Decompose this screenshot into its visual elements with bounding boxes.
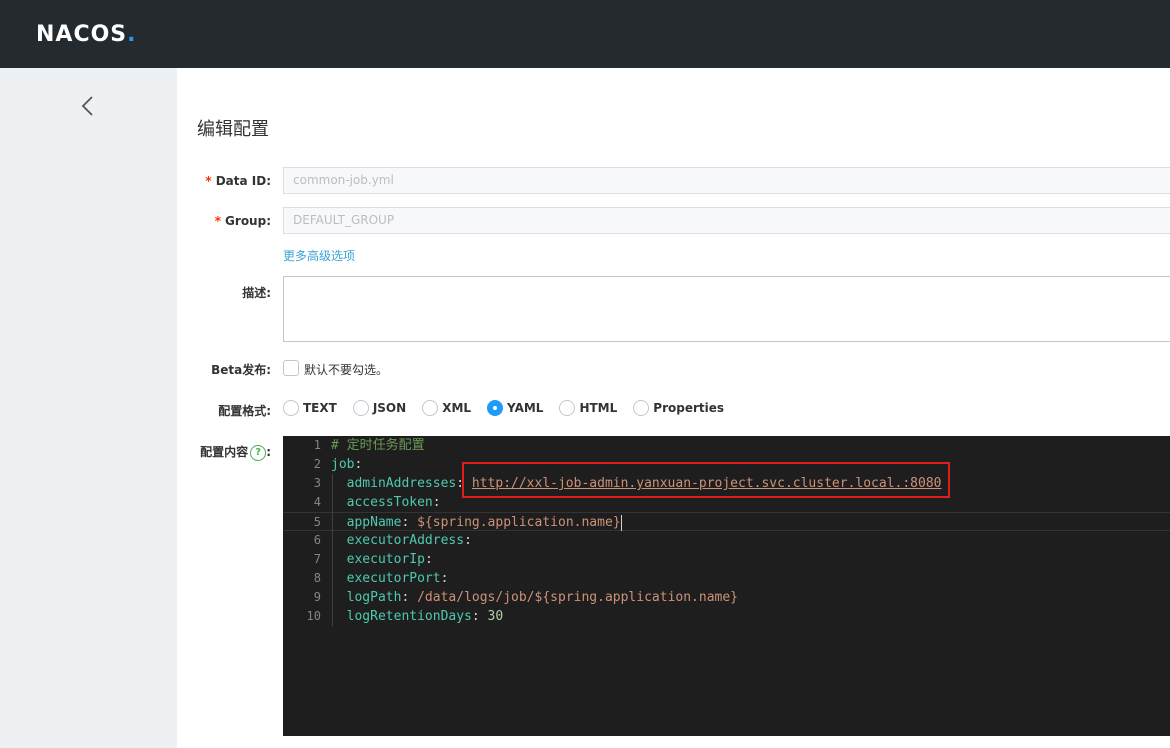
- editor-line: 7 executorIp:: [313, 552, 433, 567]
- radio-json[interactable]: JSON: [352, 400, 406, 416]
- radio-circle: [283, 400, 299, 416]
- sidebar: [0, 68, 177, 748]
- logo-text: NACOS: [36, 22, 128, 47]
- content-label: 配置内容?:: [200, 444, 271, 461]
- editor-line: 9 logPath: /data/logs/job/${spring.appli…: [313, 590, 739, 605]
- text-caret: [620, 514, 622, 531]
- description-label: 描述:: [242, 286, 271, 300]
- editor-line: 8 executorPort:: [313, 571, 449, 586]
- logo-dot: .: [127, 22, 137, 47]
- help-icon[interactable]: ?: [250, 444, 267, 461]
- top-navbar: NACOS.: [0, 0, 1170, 68]
- description-textarea[interactable]: [283, 276, 1170, 342]
- data-id-input[interactable]: common-job.yml: [283, 167, 1170, 194]
- radio-circle: [559, 400, 576, 416]
- radio-circle: [422, 400, 439, 416]
- indent-guide: [332, 474, 333, 626]
- radio-properties[interactable]: Properties: [633, 400, 724, 416]
- radio-circle: [633, 400, 650, 416]
- radio-circle: [352, 400, 369, 416]
- beta-checkbox[interactable]: [283, 360, 299, 376]
- editor-line: 1 # 定时任务配置: [313, 438, 425, 453]
- radio-html[interactable]: HTML: [559, 400, 617, 416]
- annotation-highlight-box: [462, 462, 950, 498]
- format-label: 配置格式:: [218, 404, 271, 418]
- beta-hint: 默认不要勾选。: [304, 363, 389, 377]
- group-label: * Group:: [214, 214, 271, 228]
- group-input[interactable]: DEFAULT_GROUP: [283, 207, 1170, 234]
- required-mark: *: [205, 174, 212, 188]
- radio-xml[interactable]: XML: [422, 400, 471, 416]
- radio-yaml[interactable]: YAML: [487, 400, 543, 416]
- page-title: 编辑配置: [197, 119, 269, 140]
- required-mark: *: [214, 214, 222, 228]
- radio-circle-selected: [487, 400, 504, 416]
- advanced-options-link[interactable]: 更多高级选项: [283, 247, 355, 264]
- chevron-left-icon[interactable]: [78, 94, 98, 118]
- editor-line: 10 logRetentionDays: 30: [306, 609, 504, 624]
- data-id-label: * Data ID:: [205, 174, 271, 188]
- format-radio-group: TEXT JSON XML YAML HTML Properties: [283, 400, 740, 416]
- radio-text[interactable]: TEXT: [283, 400, 337, 416]
- nacos-logo[interactable]: NACOS.: [36, 22, 137, 47]
- editor-line: 6 executorAddress:: [313, 533, 472, 548]
- editor-line-current: 5 appName: ${spring.application.name}: [283, 512, 1170, 531]
- beta-label: Beta发布:: [211, 363, 271, 377]
